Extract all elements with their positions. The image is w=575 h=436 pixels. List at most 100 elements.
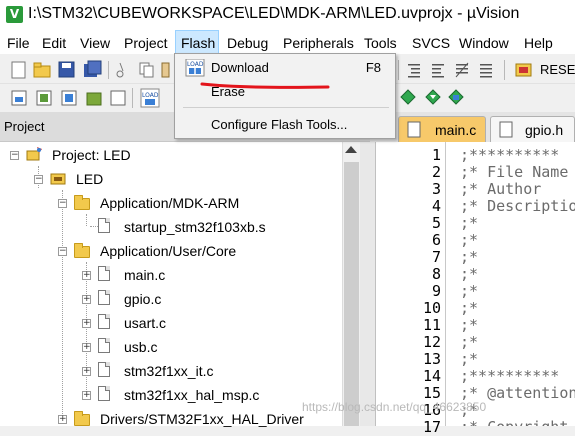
menu-svcs[interactable]: SVCS xyxy=(412,35,450,51)
line-number: 4 xyxy=(431,197,441,215)
code-line: ;* Copyright xyxy=(460,418,568,426)
expander-file[interactable]: + xyxy=(82,295,91,304)
red-annotation-underline xyxy=(200,82,330,89)
line-number: 10 xyxy=(422,299,441,317)
line-number: 7 xyxy=(431,248,441,266)
file-icon xyxy=(98,218,110,233)
line-number: 5 xyxy=(431,214,441,232)
reset-label[interactable]: RESET xyxy=(540,62,575,77)
code-line: ;* xyxy=(460,282,479,300)
expander-project[interactable]: − xyxy=(10,151,19,160)
load-icon: LOAD xyxy=(140,88,160,108)
code-line: ;* Author xyxy=(460,180,542,198)
debug-toolbar-icons xyxy=(400,89,464,105)
menu-tools[interactable]: Tools xyxy=(364,35,397,51)
tree-item-project[interactable]: Project: LED xyxy=(52,147,131,163)
tab-gpio-h[interactable]: gpio.h xyxy=(490,116,575,142)
expander-group[interactable]: + xyxy=(58,415,67,424)
indent-icon xyxy=(408,64,420,78)
tab-label: gpio.h xyxy=(525,122,564,138)
menu-debug[interactable]: Debug xyxy=(227,35,268,51)
line-number: 9 xyxy=(431,282,441,300)
expander-file[interactable]: + xyxy=(82,391,91,400)
menu-edit[interactable]: Edit xyxy=(42,35,66,51)
tree-item-group[interactable]: Application/MDK-ARM xyxy=(100,195,239,211)
build-icon xyxy=(36,90,52,106)
expander-group[interactable]: − xyxy=(58,247,67,256)
flash-menu-dropdown: LOAD Download F8 Erase Configure Flash T… xyxy=(174,53,396,139)
cut-icon xyxy=(116,62,124,78)
file-icon xyxy=(98,386,110,401)
line-number: 17 xyxy=(422,418,441,436)
svg-text:LOAD: LOAD xyxy=(142,92,159,99)
expander-file[interactable]: + xyxy=(82,343,91,352)
file-icon xyxy=(98,314,110,329)
menu-item-label: Download xyxy=(211,60,269,75)
green-diamond-icon xyxy=(400,89,416,105)
scroll-thumb[interactable] xyxy=(344,162,359,426)
code-line: ;********** xyxy=(460,367,560,385)
tree-item-group[interactable]: Drivers/STM32F1xx_HAL_Driver xyxy=(100,411,304,427)
menu-item-configure-flash-tools[interactable]: Configure Flash Tools... xyxy=(179,114,393,136)
tree-guide xyxy=(86,214,87,226)
stop-build-icon xyxy=(110,90,126,106)
line-number: 2 xyxy=(431,163,441,181)
code-lines: ;********** ;* File Name ;* Author ;* De… xyxy=(446,142,575,426)
file-icon xyxy=(98,338,110,353)
svg-text:LOAD: LOAD xyxy=(187,61,204,68)
menu-project[interactable]: Project xyxy=(124,35,168,51)
tab-main-c[interactable]: main.c xyxy=(398,116,486,142)
tree-item-file[interactable]: gpio.c xyxy=(124,291,161,307)
file-icon xyxy=(98,362,110,377)
tree-item-file[interactable]: stm32f1xx_it.c xyxy=(124,363,213,379)
menu-flash[interactable]: Flash xyxy=(181,35,215,51)
expander-file[interactable]: + xyxy=(82,271,91,280)
reset-icon[interactable] xyxy=(515,61,533,79)
code-line: ;* xyxy=(460,265,479,283)
save-icon xyxy=(58,61,75,78)
batch-build-icon xyxy=(86,92,102,106)
tree-item-group[interactable]: Application/User/Core xyxy=(100,243,236,259)
tree-item-file[interactable]: stm32f1xx_hal_msp.c xyxy=(124,387,259,403)
tree-guide xyxy=(62,190,63,420)
menu-item-download[interactable]: LOAD Download F8 xyxy=(179,57,393,79)
menu-separator xyxy=(183,107,389,108)
menu-file[interactable]: File xyxy=(7,35,30,51)
uvision-app-icon[interactable]: V xyxy=(6,6,23,23)
line-numbers: 1 2 3 4 5 6 7 8 9 10 11 12 13 14 15 16 1… xyxy=(376,142,446,436)
expander-file[interactable]: + xyxy=(82,367,91,376)
unindent-icon xyxy=(432,64,444,78)
code-line: ;********** xyxy=(460,146,560,164)
file-icon xyxy=(407,121,421,138)
code-line: ;* xyxy=(460,316,479,334)
code-line: ;* xyxy=(460,299,479,317)
pane-splitter[interactable] xyxy=(360,142,375,426)
target-icon xyxy=(50,173,66,185)
expander-file[interactable]: + xyxy=(82,319,91,328)
menu-window[interactable]: Window xyxy=(459,35,509,51)
menu-item-label: Configure Flash Tools... xyxy=(211,117,348,132)
line-number: 6 xyxy=(431,231,441,249)
tree-item-file[interactable]: main.c xyxy=(124,267,165,283)
code-line: ;* xyxy=(460,333,479,351)
tree-item-target[interactable]: LED xyxy=(76,171,103,187)
menu-help[interactable]: Help xyxy=(524,35,553,51)
expander-group[interactable]: − xyxy=(58,199,67,208)
menu-peripherals[interactable]: Peripherals xyxy=(283,35,354,51)
line-number: 14 xyxy=(422,367,441,385)
copy-icon xyxy=(139,62,154,78)
code-line: ;* File Name xyxy=(460,163,569,181)
scroll-up-arrow-icon[interactable] xyxy=(345,146,357,153)
comment-icon xyxy=(455,62,469,78)
component-icon xyxy=(448,89,464,105)
menu-view[interactable]: View xyxy=(80,35,110,51)
tree-item-file[interactable]: startup_stm32f103xb.s xyxy=(124,219,266,235)
expander-target[interactable]: − xyxy=(34,175,43,184)
watermark: https://blog.csdn.net/qq_46623850 xyxy=(302,400,487,414)
translate-icon xyxy=(11,90,27,106)
tree-item-file[interactable]: usb.c xyxy=(124,339,157,355)
code-line: ;* xyxy=(460,350,479,368)
line-number: 12 xyxy=(422,333,441,351)
save-all-icon xyxy=(84,60,102,77)
tree-item-file[interactable]: usart.c xyxy=(124,315,166,331)
